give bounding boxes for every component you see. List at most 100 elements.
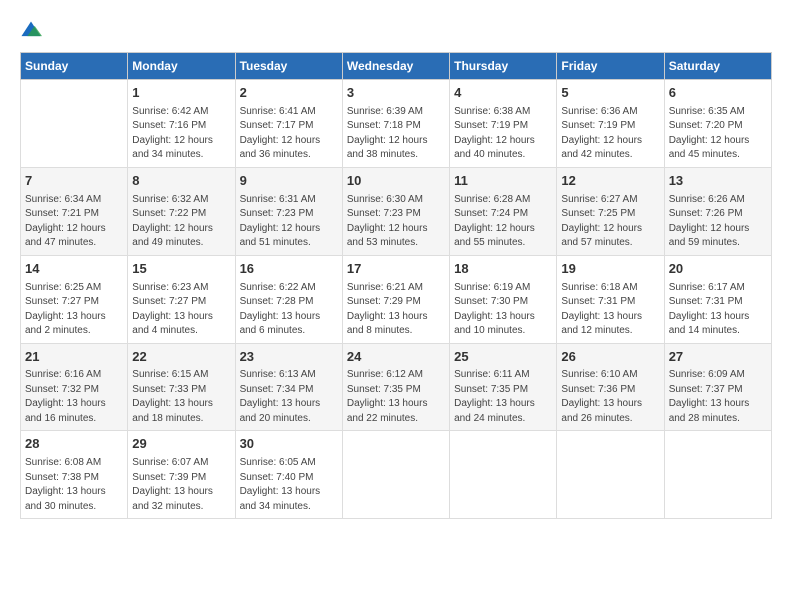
day-info: Sunrise: 6:13 AM [240,368,338,383]
day-info: Sunrise: 6:22 AM [240,281,338,296]
day-info: and 8 minutes. [347,324,445,339]
day-info: Sunrise: 6:36 AM [561,105,659,120]
day-number: 26 [561,348,659,367]
day-info: and 26 minutes. [561,412,659,427]
day-info: and 2 minutes. [25,324,123,339]
day-info: Daylight: 12 hours [561,222,659,237]
calendar-cell: 29Sunrise: 6:07 AMSunset: 7:39 PMDayligh… [128,431,235,519]
day-number: 15 [132,260,230,279]
calendar-cell [342,431,449,519]
day-number: 23 [240,348,338,367]
calendar-table: SundayMondayTuesdayWednesdayThursdayFrid… [20,52,772,519]
day-info: Sunset: 7:27 PM [25,295,123,310]
day-info: and 45 minutes. [669,148,767,163]
calendar-cell: 1Sunrise: 6:42 AMSunset: 7:16 PMDaylight… [128,80,235,168]
day-info: Daylight: 12 hours [561,134,659,149]
calendar-cell: 10Sunrise: 6:30 AMSunset: 7:23 PMDayligh… [342,167,449,255]
day-number: 28 [25,435,123,454]
day-info: Sunrise: 6:30 AM [347,193,445,208]
day-info: Daylight: 13 hours [132,485,230,500]
day-number: 10 [347,172,445,191]
day-info: Sunset: 7:24 PM [454,207,552,222]
day-info: and 4 minutes. [132,324,230,339]
logo-icon [20,20,42,42]
logo [20,20,46,42]
day-number: 22 [132,348,230,367]
day-info: Sunrise: 6:42 AM [132,105,230,120]
calendar-cell: 22Sunrise: 6:15 AMSunset: 7:33 PMDayligh… [128,343,235,431]
day-info: Daylight: 13 hours [454,310,552,325]
day-info: Sunset: 7:38 PM [25,471,123,486]
calendar-cell: 2Sunrise: 6:41 AMSunset: 7:17 PMDaylight… [235,80,342,168]
day-number: 16 [240,260,338,279]
day-info: Daylight: 12 hours [669,134,767,149]
day-info: Daylight: 12 hours [347,134,445,149]
calendar-cell: 6Sunrise: 6:35 AMSunset: 7:20 PMDaylight… [664,80,771,168]
day-info: Sunset: 7:23 PM [240,207,338,222]
day-info: Daylight: 12 hours [25,222,123,237]
day-info: Daylight: 12 hours [240,134,338,149]
day-info: Sunset: 7:33 PM [132,383,230,398]
day-header-tuesday: Tuesday [235,53,342,80]
day-info: Sunrise: 6:07 AM [132,456,230,471]
day-info: Sunset: 7:35 PM [454,383,552,398]
day-info: Sunrise: 6:32 AM [132,193,230,208]
day-info: and 6 minutes. [240,324,338,339]
day-number: 7 [25,172,123,191]
day-info: and 53 minutes. [347,236,445,251]
day-info: Daylight: 13 hours [669,397,767,412]
day-info: Sunset: 7:28 PM [240,295,338,310]
day-info: Sunset: 7:36 PM [561,383,659,398]
day-info: Sunset: 7:21 PM [25,207,123,222]
day-info: Sunset: 7:32 PM [25,383,123,398]
day-info: and 34 minutes. [132,148,230,163]
day-info: Sunset: 7:37 PM [669,383,767,398]
day-number: 11 [454,172,552,191]
day-info: Daylight: 12 hours [132,134,230,149]
day-info: and 59 minutes. [669,236,767,251]
day-info: Sunrise: 6:10 AM [561,368,659,383]
day-header-sunday: Sunday [21,53,128,80]
day-info: Daylight: 12 hours [240,222,338,237]
day-info: and 32 minutes. [132,500,230,515]
day-info: Sunrise: 6:17 AM [669,281,767,296]
day-info: Sunrise: 6:26 AM [669,193,767,208]
calendar-cell: 5Sunrise: 6:36 AMSunset: 7:19 PMDaylight… [557,80,664,168]
day-number: 25 [454,348,552,367]
calendar-cell: 7Sunrise: 6:34 AMSunset: 7:21 PMDaylight… [21,167,128,255]
day-number: 20 [669,260,767,279]
calendar-cell: 13Sunrise: 6:26 AMSunset: 7:26 PMDayligh… [664,167,771,255]
day-header-wednesday: Wednesday [342,53,449,80]
day-info: Sunrise: 6:09 AM [669,368,767,383]
calendar-cell: 19Sunrise: 6:18 AMSunset: 7:31 PMDayligh… [557,255,664,343]
day-info: and 42 minutes. [561,148,659,163]
day-info: Sunrise: 6:41 AM [240,105,338,120]
day-info: Daylight: 13 hours [669,310,767,325]
day-number: 4 [454,84,552,103]
day-info: Sunset: 7:22 PM [132,207,230,222]
day-number: 8 [132,172,230,191]
day-info: and 16 minutes. [25,412,123,427]
day-number: 13 [669,172,767,191]
day-info: Sunrise: 6:25 AM [25,281,123,296]
day-info: and 20 minutes. [240,412,338,427]
day-info: Sunset: 7:19 PM [454,119,552,134]
day-info: and 55 minutes. [454,236,552,251]
day-info: Sunrise: 6:18 AM [561,281,659,296]
calendar-cell [664,431,771,519]
day-info: Sunset: 7:34 PM [240,383,338,398]
day-info: Sunset: 7:27 PM [132,295,230,310]
calendar-cell: 3Sunrise: 6:39 AMSunset: 7:18 PMDaylight… [342,80,449,168]
day-info: and 47 minutes. [25,236,123,251]
day-info: and 14 minutes. [669,324,767,339]
day-info: Sunset: 7:19 PM [561,119,659,134]
calendar-cell: 15Sunrise: 6:23 AMSunset: 7:27 PMDayligh… [128,255,235,343]
day-info: Daylight: 13 hours [25,397,123,412]
day-info: Daylight: 13 hours [561,397,659,412]
day-info: and 40 minutes. [454,148,552,163]
calendar-cell: 12Sunrise: 6:27 AMSunset: 7:25 PMDayligh… [557,167,664,255]
calendar-cell: 28Sunrise: 6:08 AMSunset: 7:38 PMDayligh… [21,431,128,519]
day-number: 14 [25,260,123,279]
day-number: 2 [240,84,338,103]
day-info: Sunset: 7:20 PM [669,119,767,134]
